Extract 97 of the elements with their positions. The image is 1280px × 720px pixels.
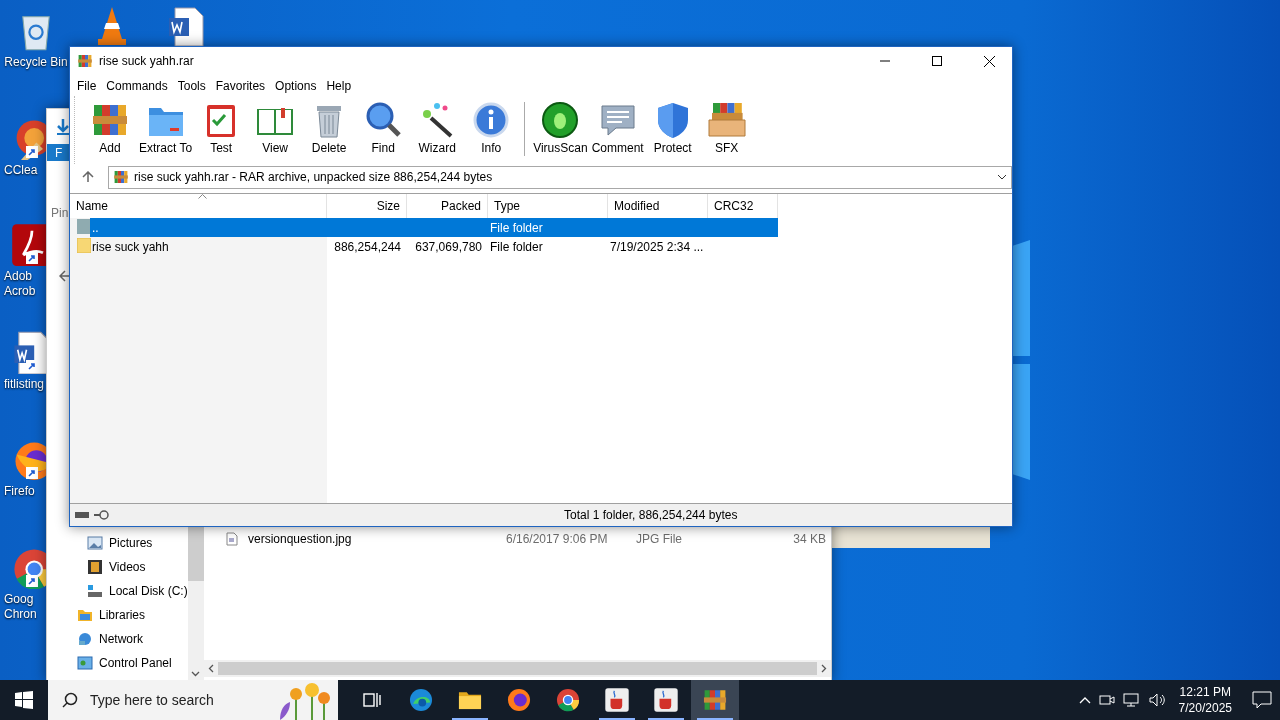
file-name[interactable]: versionquestion.jpg: [248, 532, 506, 546]
sort-caret-icon: [198, 194, 207, 199]
up-arrow-icon: [82, 171, 94, 183]
browser-icon: [555, 687, 581, 713]
file-type: JPG File: [636, 532, 683, 546]
ribbon-tab[interactable]: F: [55, 145, 63, 160]
clock[interactable]: 12:21 PM 7/20/2025: [1178, 684, 1232, 716]
table-cell-text: rise suck yahh: [91, 239, 170, 254]
toolbar-button[interactable]: Wizard: [410, 100, 465, 155]
chevron-up-icon[interactable]: [1078, 696, 1091, 704]
toolbar-button[interactable]: VirusScan: [531, 100, 590, 155]
nav-item[interactable]: Control Panel: [47, 651, 188, 675]
nav-item[interactable]: Libraries: [47, 603, 188, 627]
folder-icon: [77, 608, 93, 622]
file-row[interactable]: rise suck yahh 886,254,244 637,069,780 File folder 7/19/2025 2:34 ...: [90, 237, 778, 256]
icon-label[interactable]: Chron: [4, 607, 37, 622]
icon-label[interactable]: Goog: [4, 592, 34, 607]
icon-label[interactable]: CClea: [4, 163, 38, 178]
toolbar-button[interactable]: Extract To: [137, 100, 195, 155]
nav-item[interactable]: Videos: [47, 555, 188, 579]
chevron-right-icon: [821, 664, 827, 673]
toolbar-button[interactable]: Info: [464, 100, 519, 155]
icon-label[interactable]: Adob: [4, 269, 33, 284]
download-arrow-icon: [55, 117, 71, 136]
quick-access-label: Pin: [50, 206, 69, 220]
close-icon: [983, 55, 995, 67]
toolbar-button[interactable]: Test: [194, 100, 249, 155]
icon-label[interactable]: Acrob: [4, 284, 36, 299]
file-row[interactable]: .. File folder: [90, 218, 778, 237]
shortcut-arrow-icon: [26, 575, 38, 587]
drive-icon: [87, 584, 103, 598]
picture-icon: [87, 536, 103, 550]
control-panel-icon: [77, 656, 93, 670]
table-cell-text: 637,069,780: [414, 239, 483, 254]
file-size: 34 KB: [792, 532, 826, 546]
nav-item[interactable]: Network: [47, 627, 188, 651]
drive-icon: [74, 510, 90, 520]
table-cell-text: ..: [91, 220, 100, 235]
notification-icon[interactable]: [1252, 691, 1272, 709]
box-icon: [706, 100, 747, 140]
folder-icon: [77, 237, 91, 253]
toolbar-button[interactable]: Delete: [302, 100, 357, 155]
shortcut-arrow-icon: [26, 360, 38, 372]
books-icon: [77, 53, 93, 69]
table-cell-text: 7/19/2025 2:34 ...: [609, 239, 705, 254]
menu-item[interactable]: Options: [270, 78, 322, 93]
chevron-left-icon: [208, 664, 214, 673]
toolbar-button[interactable]: Protect: [645, 100, 700, 155]
icon-label[interactable]: fitlisting: [4, 377, 44, 392]
shortcut-arrow-icon: [26, 467, 38, 479]
coffee-cup-icon: [653, 687, 679, 713]
menu-item[interactable]: Commands: [101, 78, 173, 93]
volume-icon[interactable]: [1148, 692, 1167, 708]
nav-item[interactable]: Local Disk (C:): [47, 579, 188, 603]
key-icon: [93, 510, 109, 520]
network-icon: [77, 632, 93, 646]
status-text: Total 1 folder, 886,254,244 bytes: [564, 508, 739, 522]
address-field[interactable]: rise suck yahh.rar - RAR archive, unpacked size 886,254,244 bytes: [108, 165, 1012, 189]
books-icon: [113, 169, 129, 185]
camera-icon[interactable]: [1098, 692, 1115, 708]
menu-item[interactable]: Tools: [172, 78, 211, 93]
shortcut-arrow-icon: [26, 252, 38, 264]
bug-icon: [540, 100, 581, 140]
chevron-down-icon: [997, 174, 1007, 180]
chevron-down-icon: [191, 671, 201, 677]
books-icon: [702, 687, 728, 713]
windows-logo-icon: [15, 691, 33, 709]
scrollbar-thumb[interactable]: [187, 527, 204, 581]
table-cell-text: File folder: [489, 220, 544, 235]
task-view-icon: [362, 690, 382, 710]
scrollbar-thumb[interactable]: [218, 662, 817, 675]
toolbar-button[interactable]: SFX: [699, 100, 754, 155]
network-icon[interactable]: [1122, 692, 1141, 708]
window-title: rise suck yahh.rar: [99, 54, 195, 68]
folder-icon: [77, 218, 91, 234]
icon-label[interactable]: Firefo: [4, 484, 35, 499]
coffee-cup-icon: [604, 687, 630, 713]
icon-label[interactable]: Recycle Bin: [4, 55, 68, 70]
fox-icon: [506, 687, 532, 713]
toolbar-button[interactable]: Comment: [589, 100, 646, 155]
film-icon: [87, 559, 103, 575]
toolbar-button[interactable]: Find: [356, 100, 411, 155]
file-date: 6/16/2017 9:06 PM: [506, 532, 609, 546]
browser-icon: [408, 687, 434, 713]
toolbar-button[interactable]: Add: [83, 100, 137, 155]
menu-item[interactable]: Help: [321, 78, 357, 93]
table-cell-text: File folder: [489, 239, 544, 254]
menu-item[interactable]: File: [72, 78, 102, 93]
search-icon: [62, 692, 78, 708]
shortcut-arrow-icon: [26, 146, 38, 158]
search-field[interactable]: Type here to search: [48, 680, 338, 720]
maximize-icon: [932, 56, 942, 66]
image-file-icon: [226, 532, 238, 546]
toolbar-button[interactable]: View: [248, 100, 303, 155]
menu-item[interactable]: Favorites: [210, 78, 271, 93]
nav-item[interactable]: Pictures: [47, 531, 188, 555]
table-cell-text: 886,254,244: [333, 239, 402, 254]
